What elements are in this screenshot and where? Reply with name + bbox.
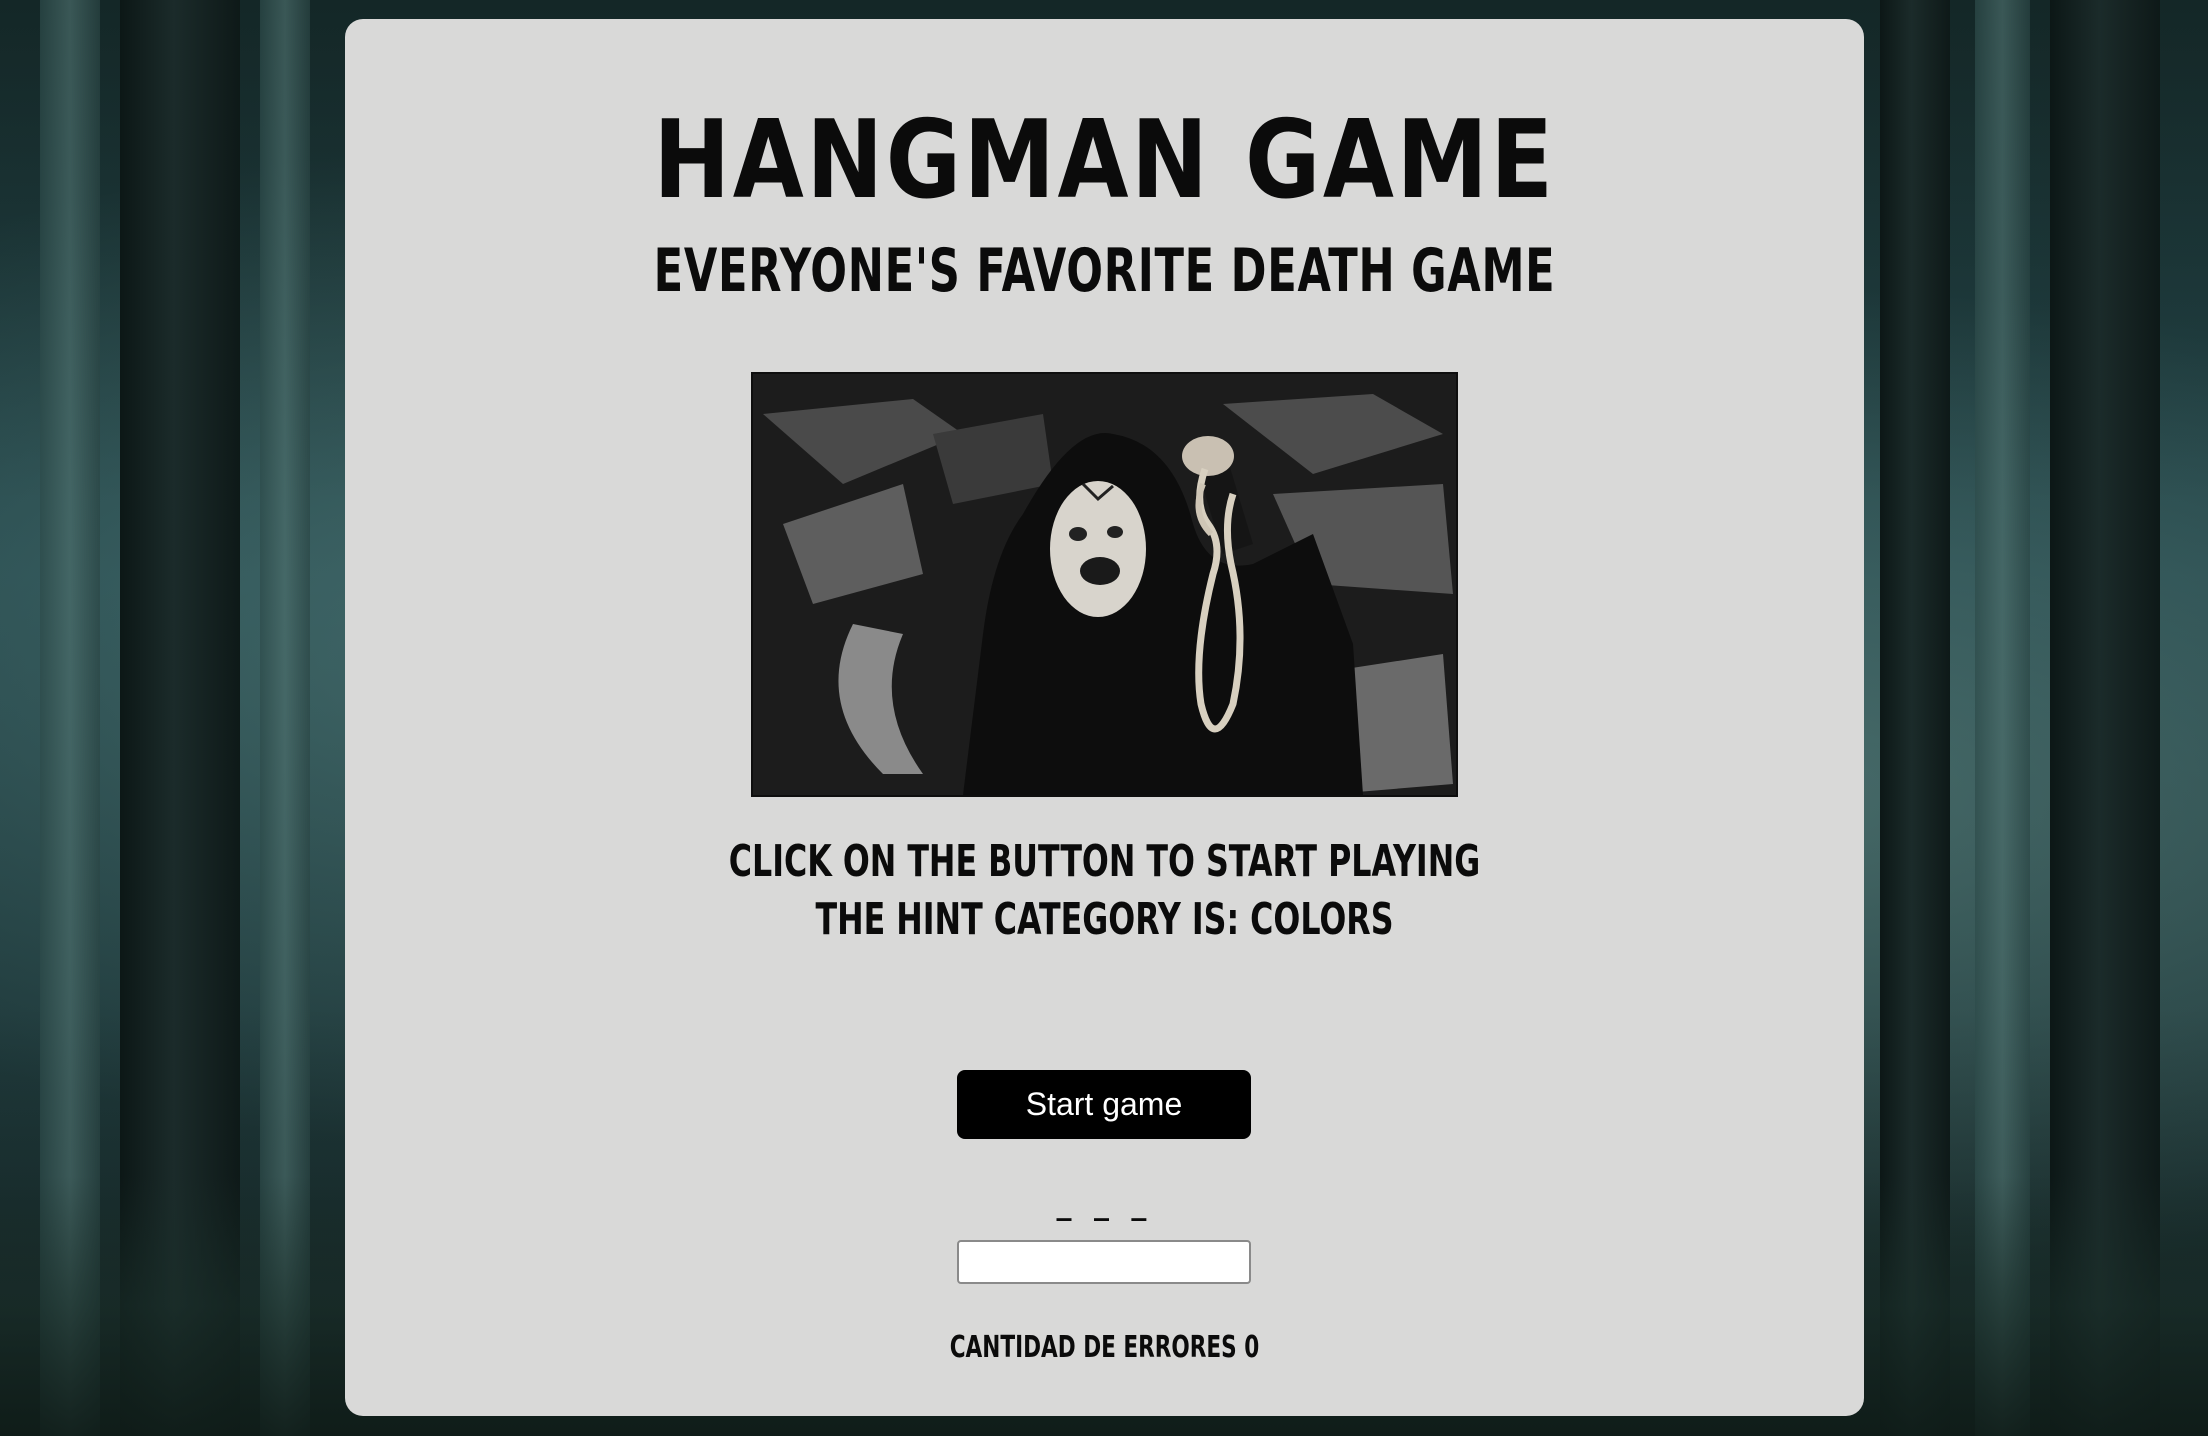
page-subtitle: EVERYONE'S FAVORITE DEATH GAME — [653, 236, 1556, 306]
page-title: HANGMAN GAME — [653, 98, 1556, 223]
letter-input[interactable] — [957, 1240, 1251, 1284]
start-game-button[interactable]: Start game — [957, 1070, 1251, 1139]
masked-figure-icon — [753, 374, 1456, 795]
hangman-image — [751, 372, 1458, 797]
instructions-text: CLICK ON THE BUTTON TO START PLAYING THE… — [558, 833, 1652, 949]
error-counter: CANTIDAD DE ERRORES 0 — [949, 1330, 1260, 1365]
instruction-line-start: CLICK ON THE BUTTON TO START PLAYING — [728, 836, 1481, 887]
word-blanks: _ _ _ — [1056, 1187, 1153, 1222]
hint-category: THE HINT CATEGORY IS: COLORS — [815, 894, 1394, 945]
game-card: HANGMAN GAME EVERYONE'S FAVORITE DEATH G… — [345, 19, 1864, 1416]
